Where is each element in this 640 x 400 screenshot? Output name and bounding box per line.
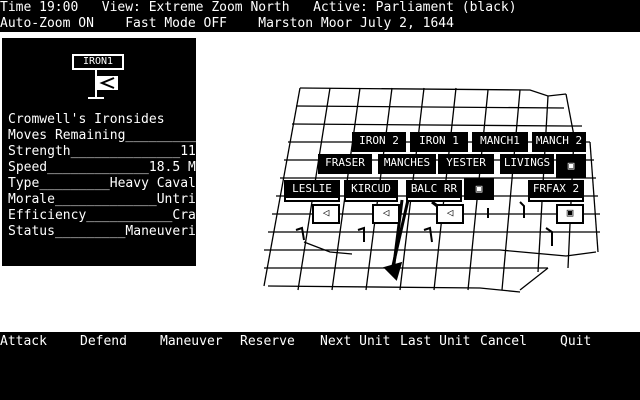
unit-icon-label: IRON1 (82, 56, 114, 67)
stat-row: Speed_____________18.5 Mph (8, 160, 212, 176)
stat-row: Type_________Heavy Cavalry (8, 176, 212, 192)
stat-leader: __________ (125, 128, 204, 143)
unit-label-manch1: MANCH1 (474, 134, 526, 150)
unit-counter-balcarr[interactable]: BALC RR (406, 180, 462, 202)
flag-counter-kircud[interactable]: ◁ (372, 204, 400, 224)
unit-label-livings: LIVINGS (502, 156, 552, 172)
stat-value: Maneuvering (125, 224, 212, 239)
stat-value: Untried (156, 192, 212, 207)
quit-command[interactable]: Quit (560, 334, 591, 350)
unit-label-frfax2: FRFAX 2 (530, 182, 582, 198)
unit-counter-manch2[interactable]: MANCH 2 (532, 132, 586, 152)
cancel-command[interactable]: Cancel (480, 334, 527, 350)
unit-counter-cavalry-icon[interactable]: ▣ (556, 154, 586, 178)
flag-counter-leslie[interactable]: ◁ (312, 204, 340, 224)
stat-label: Morale (8, 192, 55, 207)
unit-label-balcarr: BALC RR (408, 182, 460, 198)
stat-value: 1125 (180, 144, 212, 159)
infantry-symbol-icon: ▣ (466, 180, 492, 198)
defend-command[interactable]: Defend (80, 334, 127, 350)
next-unit-command[interactable]: Next Unit (320, 334, 390, 350)
stat-label: Strength (8, 144, 71, 159)
unit-label-iron1: IRON 1 (412, 134, 466, 150)
unit-label-manch2: MANCH 2 (534, 134, 584, 150)
unit-counter-leslie[interactable]: LESLIE (284, 180, 340, 202)
stat-leader: ______________ (70, 144, 181, 159)
unit-label-leslie: LESLIE (286, 182, 338, 198)
reserve-command[interactable]: Reserve (240, 334, 295, 350)
unit-label-fraser: FRASER (320, 156, 370, 172)
unit-counter-iron2[interactable]: IRON 2 (352, 132, 406, 152)
flag-counter-balcarr[interactable]: ◁ (436, 204, 464, 224)
stat-leader: _____________ (54, 192, 157, 207)
last-unit-command[interactable]: Last Unit (400, 334, 470, 350)
status-line-mode-battle: Auto-Zoom ON Fast Mode OFF Marston Moor … (0, 16, 454, 31)
unit-info-panel: IRON1 Cromwell's Ironsides Moves Remaini… (2, 38, 212, 266)
unit-counter-kircud[interactable]: KIRCUD (344, 180, 398, 202)
stat-leader: _________ (54, 224, 126, 239)
status-bar: Time 19:00 View: Extreme Zoom North Acti… (0, 0, 640, 32)
unit-counter-manches[interactable]: MANCHES (378, 154, 436, 174)
unit-counter-iron1[interactable]: IRON 1 (410, 132, 468, 152)
stat-leader: _________ (39, 176, 110, 191)
stat-row: Status_________Maneuvering (8, 224, 212, 240)
attack-command[interactable]: Attack (0, 334, 47, 350)
stat-leader: _____________ (47, 160, 149, 175)
unit-label-iron2: IRON 2 (354, 134, 404, 150)
stat-label: Moves Remaining (8, 128, 126, 143)
stat-value: Heavy Cavalry (109, 176, 212, 191)
unit-counter-manch1[interactable]: MANCH1 (472, 132, 528, 152)
stat-value: 18.5 Mph (148, 160, 212, 175)
unit-name: Cromwell's Ironsides (8, 112, 165, 127)
unit-counter-yester[interactable]: YESTER (438, 154, 494, 174)
maneuver-command[interactable]: Maneuver (160, 334, 223, 350)
flag-icon: ◁ (382, 206, 390, 219)
stat-row: Morale_____________Untried (8, 192, 212, 208)
unit-label-manches: MANCHES (380, 156, 434, 172)
unit-counter-livings[interactable]: LIVINGS (500, 154, 554, 174)
command-menu-bar: Attack Defend Maneuver Reserve Next Unit… (0, 334, 640, 400)
unit-counter-frfax2[interactable]: FRFAX 2 (528, 180, 584, 202)
stat-value: Crack (172, 208, 212, 223)
stat-label: Efficiency (8, 208, 87, 223)
stat-row: Efficiency___________Crack (8, 208, 212, 224)
cavalry-symbol-icon: ▣ (558, 156, 584, 176)
flag-counter-frfax2[interactable]: ▣ (556, 204, 584, 224)
stat-label: Speed (8, 160, 48, 175)
flag-icon: ◁ (446, 206, 454, 219)
stat-label: Type (8, 176, 40, 191)
cavalry-symbol-icon: ▣ (566, 206, 574, 219)
unit-label-kircud: KIRCUD (346, 182, 396, 198)
unit-counter-fraser[interactable]: FRASER (318, 154, 372, 174)
stat-leader: ___________ (86, 208, 173, 223)
flag-icon: ◁ (322, 206, 330, 219)
stat-row: Strength______________1125 (8, 144, 212, 160)
stat-row: Moves Remaining__________0 (8, 128, 212, 144)
unit-counter-infantry-icon[interactable]: ▣ (464, 178, 494, 200)
unit-label-yester: YESTER (440, 156, 492, 172)
status-line-time-view: Time 19:00 View: Extreme Zoom North Acti… (0, 0, 517, 15)
stat-label: Status (8, 224, 55, 239)
stat-value: 0 (203, 128, 212, 143)
